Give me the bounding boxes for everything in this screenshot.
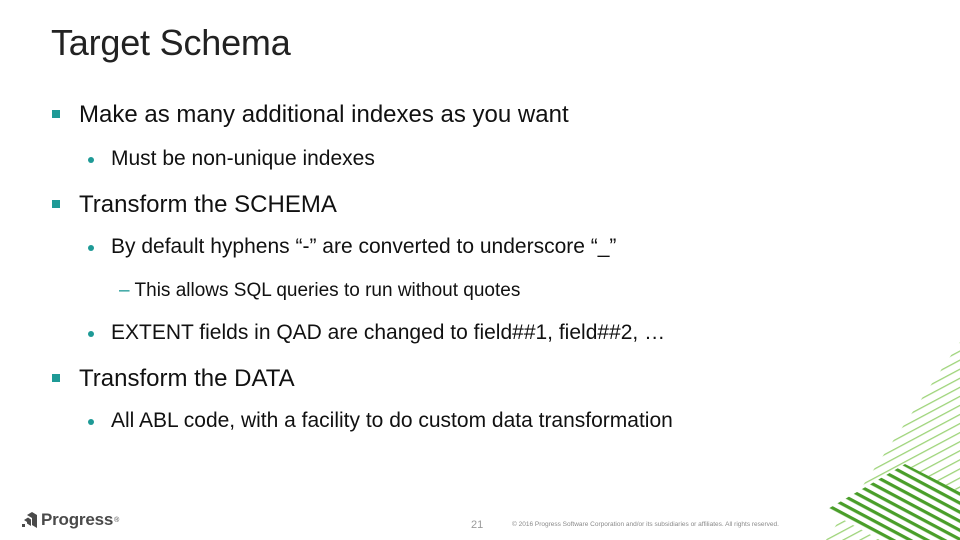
bullet-square-icon	[52, 374, 60, 382]
slide-title: Target Schema	[51, 22, 291, 63]
bullet-level2: All ABL code, with a facility to do cust…	[111, 409, 673, 432]
dash-marker-icon: –	[119, 280, 130, 301]
progress-logo: Progress ®	[22, 510, 119, 530]
bullet-level1: Transform the DATA	[79, 365, 295, 392]
bullet-level2: Must be non-unique indexes	[111, 147, 375, 170]
bullet-square-icon	[52, 200, 60, 208]
bullet-level3-text: This allows SQL queries to run without q…	[134, 280, 521, 301]
bullet-level1: Make as many additional indexes as you w…	[79, 101, 569, 128]
page-number: 21	[471, 519, 484, 531]
bullet-level2: By default hyphens “-” are converted to …	[111, 235, 617, 258]
decorative-green-stripes	[826, 342, 960, 540]
bullet-dot-icon	[88, 331, 94, 337]
bullet-level2: EXTENT fields in QAD are changed to fiel…	[111, 321, 666, 344]
bullet-level3: – This allows SQL queries to run without…	[119, 280, 520, 302]
bullet-square-icon	[52, 110, 60, 118]
progress-logo-text: Progress	[41, 510, 114, 529]
bullet-level1: Transform the SCHEMA	[79, 191, 337, 218]
bullet-dot-icon	[88, 245, 94, 251]
progress-logo-icon	[22, 512, 37, 528]
copyright-notice: © 2016 Progress Software Corporation and…	[512, 521, 779, 528]
bullet-dot-icon	[88, 157, 94, 163]
registered-mark: ®	[114, 516, 120, 524]
bullet-dot-icon	[88, 419, 94, 425]
